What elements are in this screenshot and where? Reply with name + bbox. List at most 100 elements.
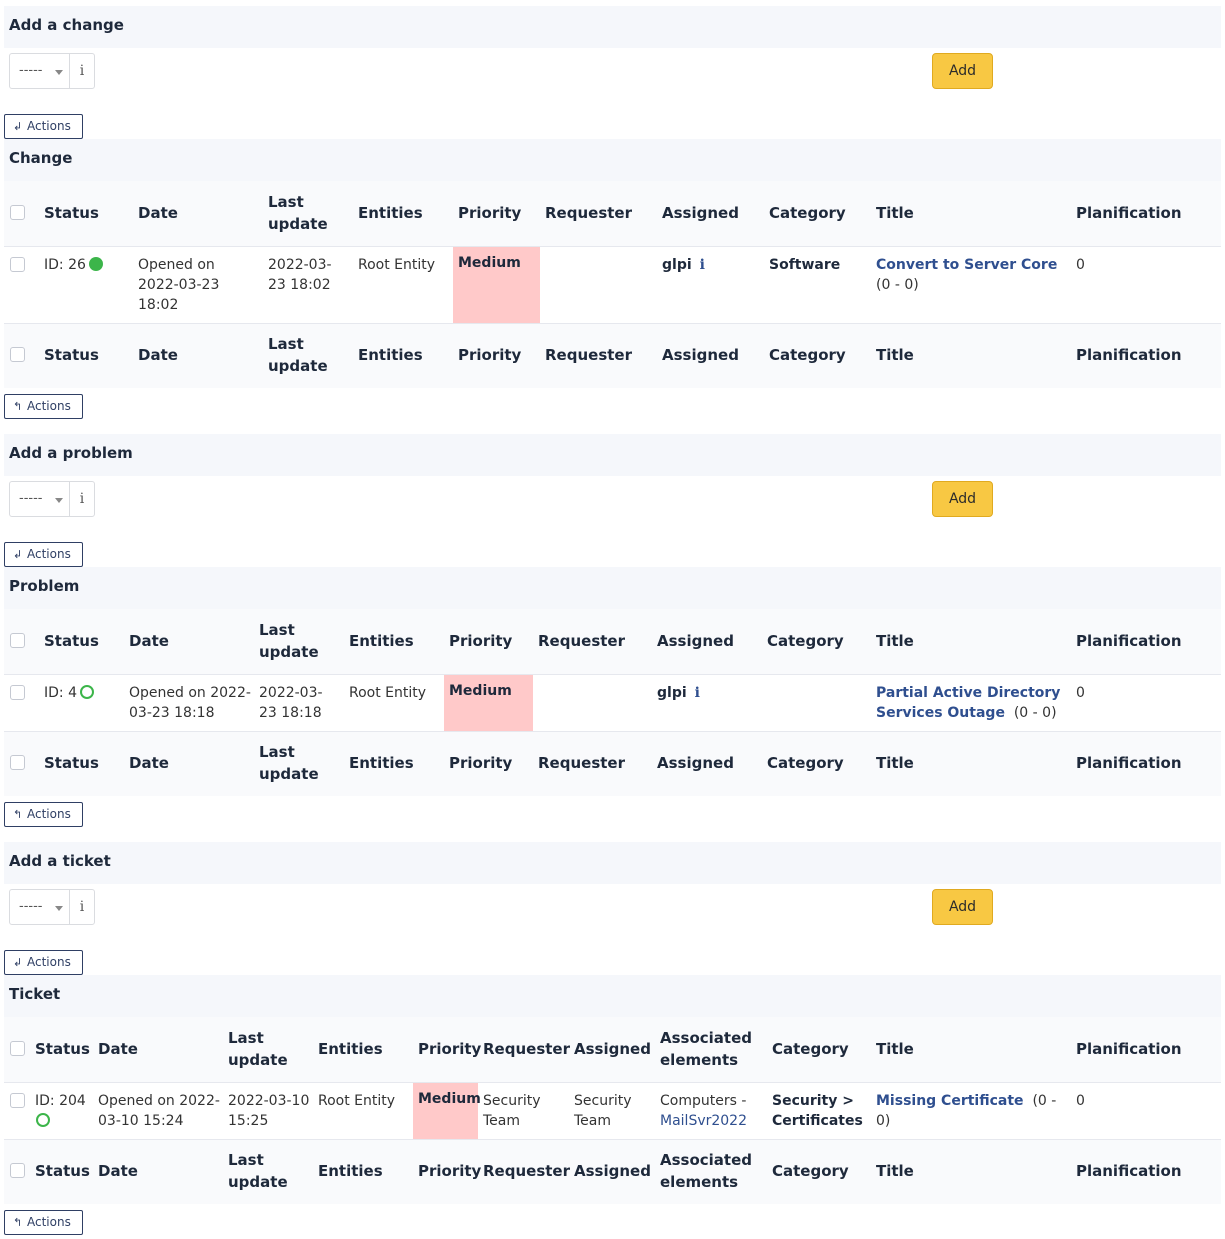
col-planification[interactable]: Planification bbox=[1076, 752, 1182, 774]
col-planification[interactable]: Planification bbox=[1076, 344, 1182, 366]
col-date[interactable]: Date bbox=[98, 1038, 138, 1060]
col-assigned[interactable]: Assigned bbox=[662, 344, 739, 366]
problem-select-all-checkbox[interactable] bbox=[10, 633, 25, 648]
col-title[interactable]: Title bbox=[876, 752, 914, 774]
col-priority[interactable]: Priority bbox=[458, 344, 521, 366]
change-info-button[interactable]: i bbox=[69, 53, 95, 89]
col-category[interactable]: Category bbox=[769, 344, 846, 366]
ticket-select-all-checkbox-footer[interactable] bbox=[10, 1163, 25, 1178]
col-title[interactable]: Title bbox=[876, 202, 914, 224]
col-last-update[interactable]: Last update bbox=[228, 1149, 298, 1193]
add-change-button[interactable]: Add bbox=[932, 53, 993, 89]
col-priority[interactable]: Priority bbox=[418, 1160, 481, 1182]
problem-select-all-checkbox-footer[interactable] bbox=[10, 755, 25, 770]
ticket-actions-top-button[interactable]: ↲ Actions bbox=[4, 950, 83, 975]
col-last-update[interactable]: Last update bbox=[268, 333, 338, 377]
change-actions-bottom-button[interactable]: ↰ Actions bbox=[4, 394, 83, 419]
col-requester[interactable]: Requester bbox=[545, 344, 632, 366]
col-priority[interactable]: Priority bbox=[458, 202, 521, 224]
col-priority[interactable]: Priority bbox=[449, 630, 512, 652]
col-title[interactable]: Title bbox=[876, 1160, 914, 1182]
change-row-checkbox[interactable] bbox=[10, 257, 25, 272]
problem-select-dropdown[interactable]: ----- bbox=[9, 481, 70, 517]
col-last-update[interactable]: Last update bbox=[268, 191, 338, 235]
col-status[interactable]: Status bbox=[35, 1038, 90, 1060]
col-entities[interactable]: Entities bbox=[358, 344, 423, 366]
col-status[interactable]: Status bbox=[35, 1160, 90, 1182]
associated-item-link[interactable]: MailSvr2022 bbox=[660, 1113, 747, 1129]
add-ticket-header bbox=[4, 842, 1221, 884]
col-title[interactable]: Title bbox=[876, 344, 914, 366]
ticket-title: Missing Certificate (0 - 0) bbox=[876, 1093, 1057, 1129]
change-select-dropdown[interactable]: ----- bbox=[9, 53, 70, 89]
col-entities[interactable]: Entities bbox=[318, 1160, 383, 1182]
col-date[interactable]: Date bbox=[138, 344, 178, 366]
change-title-link[interactable]: Convert to Server Core bbox=[876, 257, 1057, 273]
col-requester[interactable]: Requester bbox=[538, 630, 625, 652]
col-category[interactable]: Category bbox=[772, 1160, 849, 1182]
col-requester[interactable]: Requester bbox=[483, 1160, 570, 1182]
col-status[interactable]: Status bbox=[44, 202, 99, 224]
problem-actions-bottom-button[interactable]: ↰ Actions bbox=[4, 802, 83, 827]
col-date[interactable]: Date bbox=[129, 630, 169, 652]
col-entities[interactable]: Entities bbox=[349, 630, 414, 652]
col-title[interactable]: Title bbox=[876, 1038, 914, 1060]
col-category[interactable]: Category bbox=[767, 630, 844, 652]
ticket-info-button[interactable]: i bbox=[69, 889, 95, 925]
change-select-all-checkbox-footer[interactable] bbox=[10, 347, 25, 362]
col-priority[interactable]: Priority bbox=[418, 1038, 481, 1060]
col-assigned[interactable]: Assigned bbox=[657, 752, 734, 774]
change-title: Convert to Server Core (0 - 0) bbox=[876, 257, 1058, 293]
col-associated-elements[interactable]: Associated elements bbox=[660, 1149, 760, 1193]
col-last-update[interactable]: Last update bbox=[259, 741, 329, 785]
col-status[interactable]: Status bbox=[44, 752, 99, 774]
col-requester[interactable]: Requester bbox=[538, 752, 625, 774]
ticket-row-checkbox[interactable] bbox=[10, 1093, 25, 1108]
col-entities[interactable]: Entities bbox=[318, 1038, 383, 1060]
col-assigned[interactable]: Assigned bbox=[657, 630, 734, 652]
change-date: Opened on 2022-03-23 18:02 bbox=[138, 257, 220, 313]
col-status[interactable]: Status bbox=[44, 344, 99, 366]
arrow-down-left-icon: ↲ bbox=[13, 120, 23, 133]
col-entities[interactable]: Entities bbox=[349, 752, 414, 774]
col-date[interactable]: Date bbox=[129, 752, 169, 774]
user-info-icon[interactable]: i bbox=[695, 685, 700, 701]
col-planification[interactable]: Planification bbox=[1076, 202, 1182, 224]
change-actions-top-button[interactable]: ↲ Actions bbox=[4, 114, 83, 139]
col-last-update[interactable]: Last update bbox=[228, 1027, 298, 1071]
col-last-update[interactable]: Last update bbox=[259, 619, 329, 663]
problem-row-checkbox[interactable] bbox=[10, 685, 25, 700]
problem-list-header bbox=[4, 567, 1221, 609]
col-assigned[interactable]: Assigned bbox=[662, 202, 739, 224]
col-category[interactable]: Category bbox=[769, 202, 846, 224]
col-category[interactable]: Category bbox=[772, 1038, 849, 1060]
problem-actions-top-button[interactable]: ↲ Actions bbox=[4, 542, 83, 567]
ticket-select-all-checkbox[interactable] bbox=[10, 1041, 25, 1056]
col-assigned[interactable]: Assigned bbox=[574, 1038, 651, 1060]
add-ticket-button[interactable]: Add bbox=[932, 889, 993, 925]
user-info-icon[interactable]: i bbox=[700, 257, 705, 273]
col-assigned[interactable]: Assigned bbox=[574, 1160, 651, 1182]
problem-info-button[interactable]: i bbox=[69, 481, 95, 517]
col-associated-elements[interactable]: Associated elements bbox=[660, 1027, 760, 1071]
col-category[interactable]: Category bbox=[767, 752, 844, 774]
col-planification[interactable]: Planification bbox=[1076, 1038, 1182, 1060]
col-planification[interactable]: Planification bbox=[1076, 1160, 1182, 1182]
col-requester[interactable]: Requester bbox=[483, 1038, 570, 1060]
divider bbox=[4, 1082, 1221, 1083]
change-select-all-checkbox[interactable] bbox=[10, 205, 25, 220]
add-problem-button[interactable]: Add bbox=[932, 481, 993, 517]
col-date[interactable]: Date bbox=[138, 202, 178, 224]
col-title[interactable]: Title bbox=[876, 630, 914, 652]
col-priority[interactable]: Priority bbox=[449, 752, 512, 774]
ticket-actions-bottom-button[interactable]: ↰ Actions bbox=[4, 1210, 83, 1235]
col-date[interactable]: Date bbox=[98, 1160, 138, 1182]
change-list-title: Change bbox=[9, 149, 73, 167]
col-status[interactable]: Status bbox=[44, 630, 99, 652]
col-requester[interactable]: Requester bbox=[545, 202, 632, 224]
ticket-title-link[interactable]: Missing Certificate bbox=[876, 1093, 1024, 1109]
col-planification[interactable]: Planification bbox=[1076, 630, 1182, 652]
ticket-select-dropdown[interactable]: ----- bbox=[9, 889, 70, 925]
col-entities[interactable]: Entities bbox=[358, 202, 423, 224]
ticket-requester: Security Team bbox=[483, 1093, 541, 1129]
